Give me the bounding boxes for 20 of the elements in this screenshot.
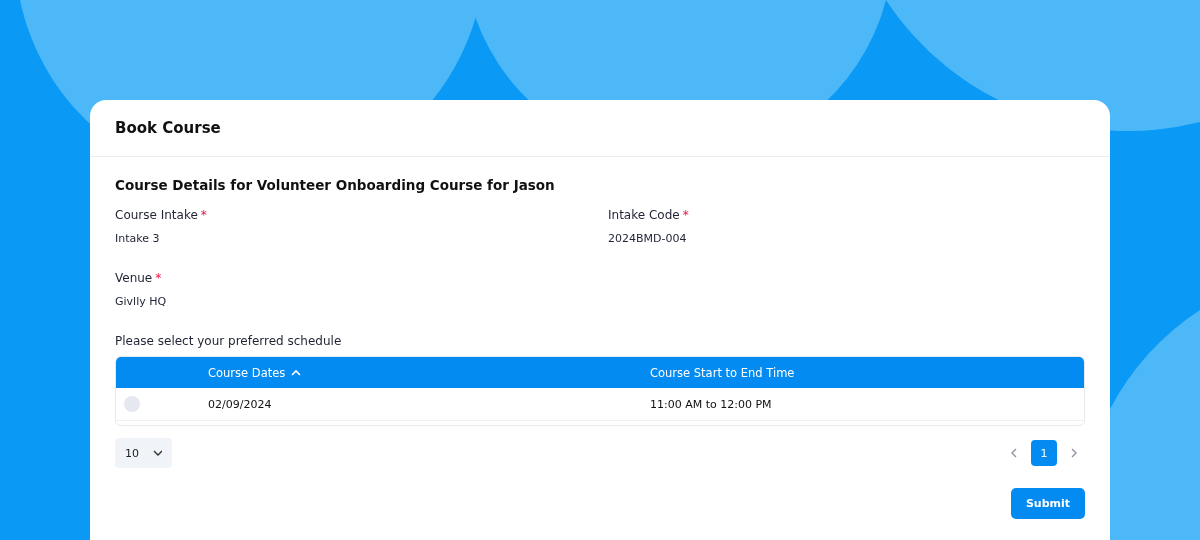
section-title: Course Details for Volunteer Onboarding Course for Jason	[115, 177, 555, 193]
field-label: Course Intake *	[115, 208, 207, 222]
radio-button[interactable]	[124, 396, 140, 412]
table-cell: 11:00 AM to 12:00 PM	[650, 397, 772, 411]
page-size-select[interactable]: 10	[115, 438, 172, 468]
table-caption: Please select your preferred schedule	[115, 334, 342, 348]
column-header[interactable]: Course Start to End Time	[650, 365, 795, 380]
field-label: Venue *	[115, 271, 162, 285]
table-cell: 02/09/2024	[208, 397, 272, 411]
field-value: Intake 3	[115, 232, 160, 245]
field-value: Givlly HQ	[115, 295, 167, 308]
field-value: 2024BMD-004	[608, 232, 687, 245]
column-header[interactable]: Course Dates	[208, 365, 286, 380]
dialog-title: Book Course	[115, 119, 221, 137]
field-label: Intake Code *	[608, 208, 689, 222]
submit-button[interactable]: Submit	[1010, 488, 1085, 519]
next-page-icon[interactable]	[1071, 448, 1077, 458]
chevron-down-icon	[153, 450, 162, 456]
previous-page-icon[interactable]	[1011, 448, 1017, 458]
page-button[interactable]: 1	[1031, 440, 1057, 466]
